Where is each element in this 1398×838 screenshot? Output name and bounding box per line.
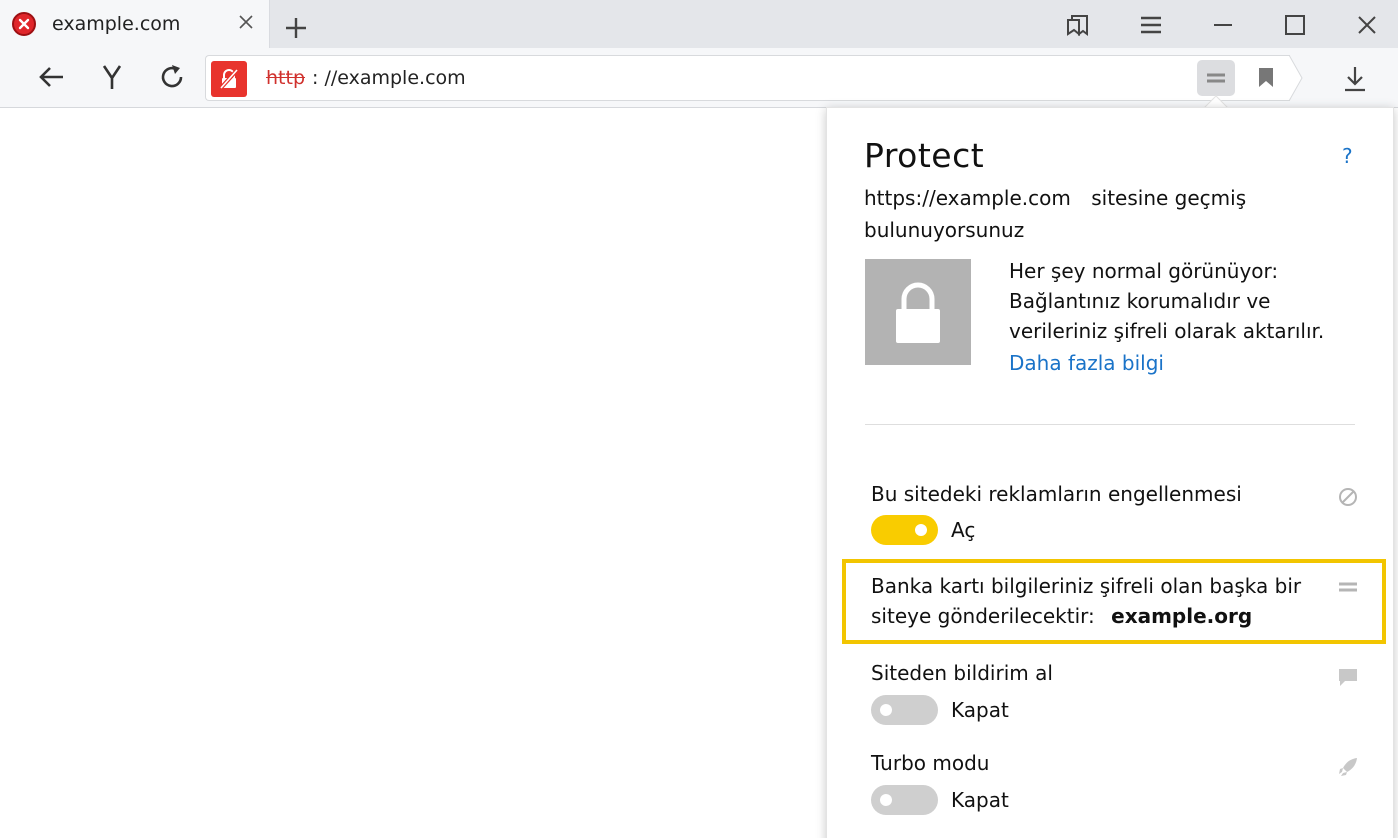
url-protocol: http [266, 67, 306, 89]
protect-panel: Protect ? https://example.com sitesine g… [826, 107, 1394, 838]
tab-strip: example.com [0, 0, 1398, 48]
address-bar-tip [1288, 54, 1303, 102]
ad-blocking-label: Bu sitedeki reklamların engellenmesi [871, 482, 1242, 506]
panel-title: Protect [864, 136, 985, 175]
card-warning-text: Banka kartı bilgileriniz şifreli olan ba… [871, 571, 1331, 631]
download-icon[interactable] [1340, 64, 1370, 94]
notification-icon [1337, 666, 1359, 688]
close-window-icon[interactable] [1354, 12, 1380, 38]
bookmark-icon[interactable] [1256, 66, 1276, 90]
back-arrow-icon[interactable] [36, 62, 66, 92]
error-icon [12, 12, 36, 36]
site-info-button[interactable] [1197, 60, 1235, 96]
tab-active[interactable]: example.com [0, 0, 270, 48]
minimize-icon[interactable] [1210, 12, 1236, 38]
browser-window: example.com http: //example.com Protect… [0, 0, 1398, 838]
toolbar: http : //example.com [0, 48, 1398, 108]
more-info-link[interactable]: Daha fazla bilgi [1009, 351, 1164, 375]
close-tab-icon[interactable] [237, 13, 255, 31]
insecure-connection-icon[interactable] [211, 61, 247, 97]
notifications-state: Kapat [951, 698, 1009, 722]
card-icon [1337, 576, 1359, 598]
reload-icon[interactable] [157, 62, 187, 92]
address-bar[interactable]: http : //example.com [205, 55, 1290, 101]
maximize-icon[interactable] [1282, 12, 1308, 38]
site-url: https://example.com [864, 186, 1071, 210]
toggle-knob [880, 704, 892, 716]
toggle-knob [915, 524, 927, 536]
card-target-domain: example.org [1111, 604, 1253, 628]
new-tab-button[interactable] [283, 15, 309, 41]
turbo-toggle[interactable] [871, 785, 938, 815]
tab-title: example.com [52, 13, 181, 35]
lock-icon [865, 259, 971, 365]
tabs-collection-icon[interactable] [1065, 12, 1091, 38]
turbo-state: Kapat [951, 788, 1009, 812]
connection-status-text: Her şey normal görünüyor: Bağlantınız ko… [1009, 259, 1325, 343]
ad-blocking-state: Aç [951, 518, 976, 542]
menu-icon[interactable] [1138, 12, 1164, 38]
rocket-icon [1337, 756, 1359, 778]
help-link[interactable]: ? [1342, 144, 1353, 168]
card-warning-box: Banka kartı bilgileriniz şifreli olan ba… [842, 559, 1386, 644]
site-description: https://example.com sitesine geçmiş bulu… [864, 182, 1344, 246]
url-host: : //example.com [312, 67, 466, 89]
notifications-toggle[interactable] [871, 695, 938, 725]
ad-blocking-toggle[interactable] [871, 515, 938, 545]
notifications-label: Siteden bildirim al [871, 661, 1053, 685]
turbo-label: Turbo modu [871, 751, 990, 775]
block-icon [1337, 486, 1359, 508]
divider [865, 424, 1355, 425]
browser-logo-icon[interactable] [97, 62, 127, 92]
toggle-knob [880, 794, 892, 806]
